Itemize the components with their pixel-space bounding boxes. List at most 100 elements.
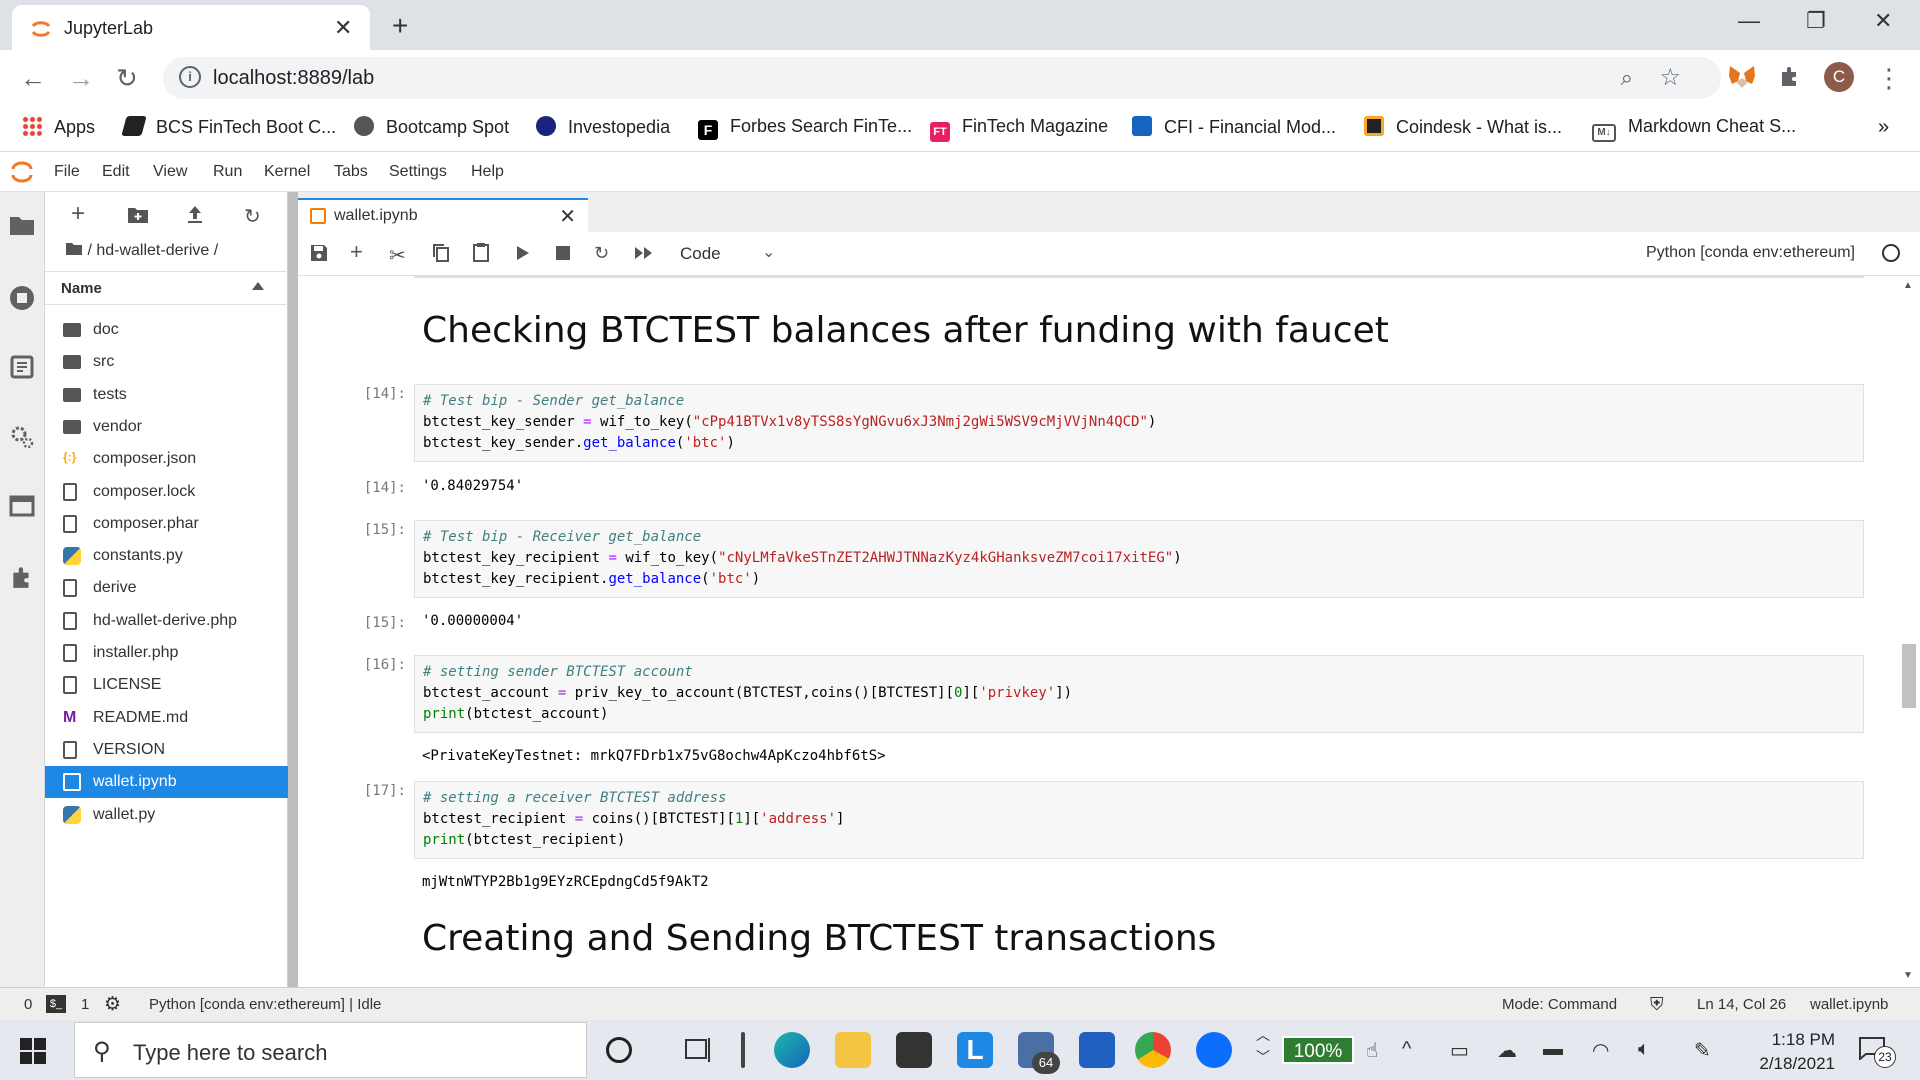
extensions-puzzle-icon[interactable] xyxy=(8,564,36,592)
close-window-button[interactable]: ✕ xyxy=(1874,8,1892,34)
bookmark-bcs[interactable]: BCS FinTech Boot C... xyxy=(121,116,336,138)
bookmark-forbes[interactable]: F Forbes Search FinTe... xyxy=(698,116,912,140)
fast-forward-icon[interactable] xyxy=(634,246,654,260)
meet-now-icon[interactable]: ▭ xyxy=(1450,1038,1469,1063)
windows-start-icon[interactable] xyxy=(20,1038,46,1064)
address-url[interactable]: localhost:8889/lab xyxy=(213,67,374,90)
menu-view[interactable]: View xyxy=(153,163,187,181)
new-folder-icon[interactable] xyxy=(127,206,149,224)
menu-run[interactable]: Run xyxy=(213,163,242,181)
scroll-down-icon[interactable]: ▼ xyxy=(1903,970,1913,981)
insert-cell-icon[interactable]: + xyxy=(350,239,363,265)
chrome-menu-icon[interactable]: ⋮ xyxy=(1876,63,1902,94)
file-item-doc[interactable]: doc xyxy=(45,314,288,346)
vscode-icon[interactable] xyxy=(1079,1032,1115,1068)
site-info-icon[interactable]: i xyxy=(179,66,201,88)
taskbar-clock[interactable]: 1:18 PM 2/18/2021 xyxy=(1735,1028,1835,1076)
copy-icon[interactable] xyxy=(432,243,450,263)
file-item-hd-wallet-derive-php[interactable]: hd-wallet-derive.php xyxy=(45,605,288,637)
battery-icon[interactable]: ▬ xyxy=(1543,1038,1563,1061)
paste-icon[interactable] xyxy=(472,242,490,262)
task-view-icon[interactable] xyxy=(680,1032,716,1068)
vpn-app-icon[interactable] xyxy=(1196,1032,1232,1068)
forward-arrow-icon[interactable]: → xyxy=(68,63,94,94)
file-item-src[interactable]: src xyxy=(45,346,288,378)
extensions-puzzle-icon[interactable] xyxy=(1778,64,1802,88)
cut-icon[interactable]: ✂ xyxy=(389,243,406,268)
tab-close-icon[interactable]: ✕ xyxy=(334,15,352,41)
file-item-readme-md[interactable]: M README.md xyxy=(45,702,288,734)
code-cell[interactable]: # setting a receiver BTCTEST address btc… xyxy=(414,781,1864,859)
back-arrow-icon[interactable]: ← xyxy=(20,63,46,94)
code-cell[interactable]: # setting sender BTCTEST account btctest… xyxy=(414,655,1864,733)
new-tab-button[interactable]: + xyxy=(392,10,408,42)
folder-icon[interactable] xyxy=(8,214,36,242)
tabs-icon[interactable] xyxy=(8,494,36,522)
metamask-extension-icon[interactable] xyxy=(1728,64,1756,90)
stop-icon[interactable] xyxy=(556,246,570,260)
menu-settings[interactable]: Settings xyxy=(389,163,447,181)
scroll-up-icon[interactable]: ▲ xyxy=(1903,280,1913,291)
file-item-derive[interactable]: derive xyxy=(45,572,288,604)
bookmark-coindesk[interactable]: Coindesk - What is... xyxy=(1364,116,1562,138)
address-bar[interactable]: i localhost:8889/lab ⌕ ☆ xyxy=(163,57,1721,99)
menu-kernel[interactable]: Kernel xyxy=(264,163,310,181)
bookmark-cfi[interactable]: CFI - Financial Mod... xyxy=(1132,116,1336,138)
menu-edit[interactable]: Edit xyxy=(102,163,130,181)
upload-icon[interactable] xyxy=(185,204,205,224)
breadcrumb-path[interactable]: / hd-wallet-derive / xyxy=(87,242,218,259)
notebook-mode[interactable]: Mode: Command xyxy=(1502,996,1617,1013)
menu-help[interactable]: Help xyxy=(471,163,504,181)
file-explorer-icon[interactable] xyxy=(835,1032,871,1068)
close-tab-icon[interactable]: ✕ xyxy=(559,204,576,229)
mail-icon[interactable]: 64 xyxy=(1018,1032,1060,1074)
name-column-header[interactable]: Name xyxy=(61,280,102,297)
taskbar-search[interactable]: ⚲ Type here to search xyxy=(74,1022,587,1078)
file-item-version[interactable]: VERSION xyxy=(45,734,288,766)
file-item-tests[interactable]: tests xyxy=(45,379,288,411)
onedrive-icon[interactable]: ☁ xyxy=(1497,1038,1517,1063)
reload-icon[interactable]: ↻ xyxy=(116,63,138,94)
store-icon[interactable] xyxy=(896,1032,932,1068)
file-item-wallet-py[interactable]: wallet.py xyxy=(45,799,288,831)
refresh-icon[interactable]: ↻ xyxy=(244,204,261,229)
zoom-level-badge[interactable]: 100% xyxy=(1282,1036,1354,1064)
run-icon[interactable] xyxy=(516,245,530,261)
bookmark-investopedia[interactable]: Investopedia xyxy=(536,116,670,138)
panel-splitter[interactable] xyxy=(288,192,298,987)
chrome-icon[interactable] xyxy=(1135,1032,1171,1068)
status-terminals-count[interactable]: 0 xyxy=(24,996,32,1013)
file-item-constants-py[interactable]: constants.py xyxy=(45,540,288,572)
bookmark-markdown[interactable]: M↓ Markdown Cheat S... xyxy=(1592,116,1796,142)
trusted-shield-icon[interactable]: ⛨ xyxy=(1650,994,1664,1015)
notebook-scrollbar[interactable]: ▲ ▼ xyxy=(1898,276,1920,987)
show-hidden-icons[interactable]: ^ xyxy=(1402,1038,1411,1061)
touch-icon[interactable]: ☝ xyxy=(1366,1038,1378,1063)
sort-ascending-icon[interactable] xyxy=(252,282,264,290)
kernel-name[interactable]: Python [conda env:ethereum] xyxy=(1646,244,1855,262)
menu-file[interactable]: File xyxy=(54,163,80,181)
tab-wallet-ipynb[interactable]: wallet.ipynb ✕ xyxy=(298,198,588,232)
file-item-wallet-ipynb[interactable]: wallet.ipynb xyxy=(45,766,288,799)
file-item-license[interactable]: LICENSE xyxy=(45,669,288,701)
bookmark-bootcamp-spot[interactable]: Bootcamp Spot xyxy=(354,116,509,138)
file-item-composer-lock[interactable]: composer.lock xyxy=(45,476,288,508)
file-list-header[interactable]: Name xyxy=(45,271,288,305)
running-kernels-icon[interactable] xyxy=(8,284,36,312)
file-item-vendor[interactable]: vendor xyxy=(45,411,288,443)
file-item-composer-phar[interactable]: composer.phar xyxy=(45,508,288,540)
scrollbar-thumb[interactable] xyxy=(1902,644,1916,708)
file-item-installer-php[interactable]: installer.php xyxy=(45,637,288,669)
save-icon[interactable] xyxy=(310,244,328,262)
wifi-icon[interactable]: ◠ xyxy=(1592,1038,1609,1063)
restart-kernel-icon[interactable]: ↻ xyxy=(594,243,609,264)
kernel-gear-icon[interactable]: ⚙ xyxy=(104,993,121,1016)
volume-icon[interactable]: 🔈︎ xyxy=(1638,1038,1650,1061)
code-cell[interactable]: # Test bip - Sender get_balance btctest_… xyxy=(414,384,1864,462)
chevron-down-icon[interactable]: ⌄ xyxy=(762,242,775,262)
code-cell[interactable]: # Test bip - Receiver get_balance btctes… xyxy=(414,520,1864,598)
home-folder-icon[interactable] xyxy=(65,242,83,256)
settings-gear-icon[interactable] xyxy=(8,424,36,452)
browser-tab[interactable]: JupyterLab ✕ xyxy=(12,5,370,50)
new-launcher-icon[interactable]: + xyxy=(71,200,85,228)
